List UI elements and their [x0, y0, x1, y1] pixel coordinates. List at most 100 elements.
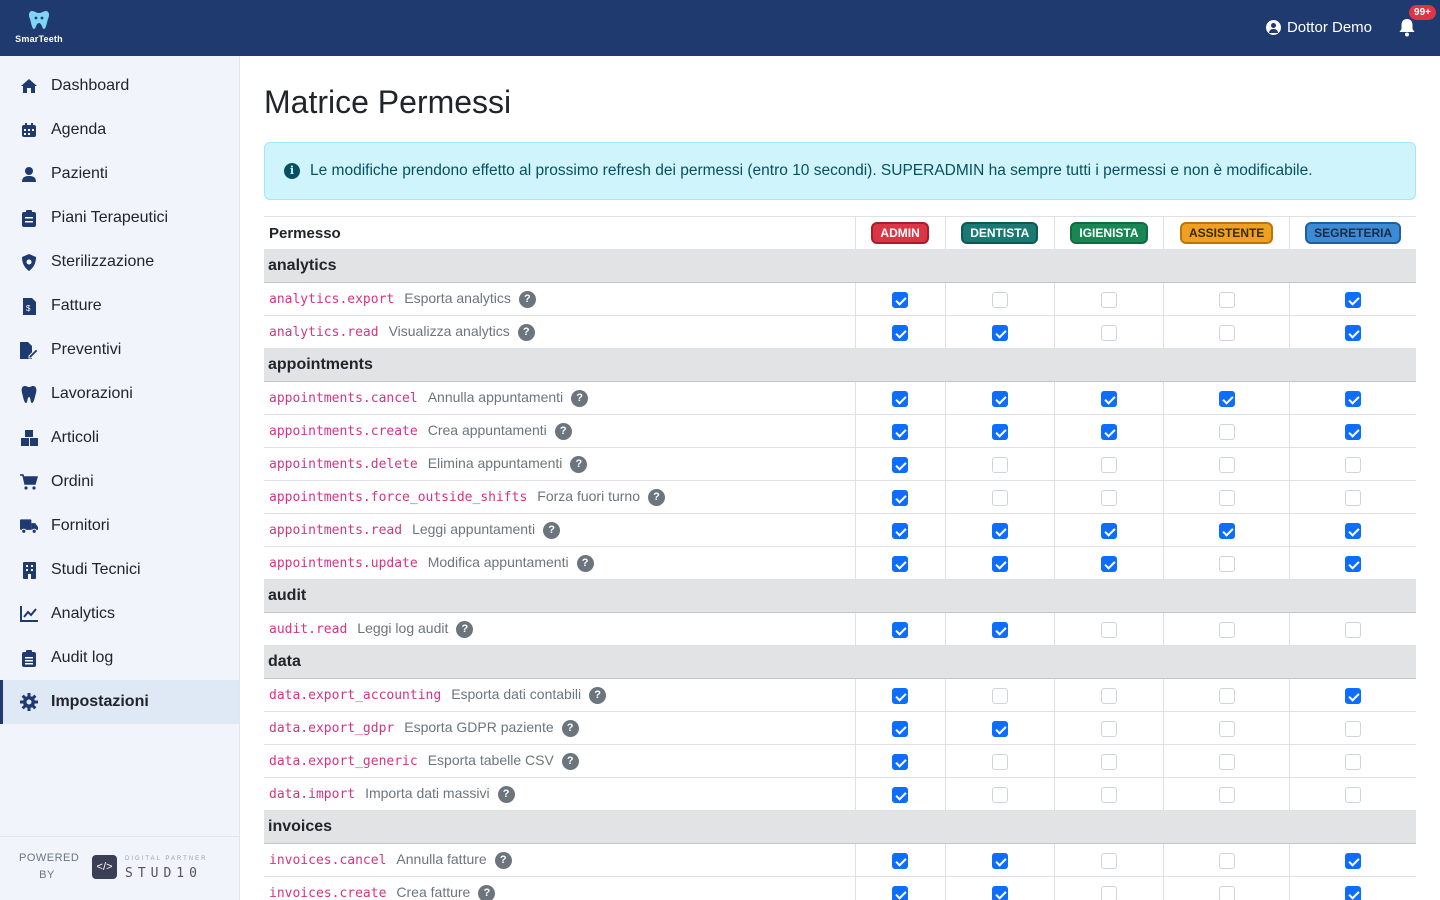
help-icon[interactable]: ? [648, 489, 665, 506]
permission-checkbox-segreteria[interactable] [1345, 324, 1362, 341]
help-icon[interactable]: ? [576, 555, 594, 572]
permission-checkbox-igienista[interactable] [1100, 291, 1117, 308]
sidebar-item-sterilizzazione[interactable]: Sterilizzazione [0, 240, 239, 284]
permission-checkbox-igienista[interactable] [1100, 885, 1117, 900]
permission-checkbox-segreteria[interactable] [1345, 786, 1362, 803]
help-icon[interactable]: ? [554, 423, 572, 440]
sidebar-item-pazienti[interactable]: Pazienti [0, 152, 239, 196]
sidebar-item-preventivi[interactable]: Preventivi [0, 328, 239, 372]
permission-checkbox-igienista[interactable] [1100, 720, 1117, 737]
permission-checkbox-assistente[interactable] [1218, 423, 1235, 440]
permission-checkbox-segreteria[interactable] [1345, 885, 1362, 900]
permission-checkbox-segreteria[interactable] [1345, 852, 1362, 869]
help-icon[interactable]: ? [456, 621, 474, 638]
permission-checkbox-segreteria[interactable] [1345, 390, 1362, 407]
help-icon[interactable]: ? [571, 390, 589, 407]
permission-checkbox-igienista[interactable] [1100, 489, 1117, 506]
permission-checkbox-dentista[interactable] [991, 885, 1008, 900]
permission-checkbox-segreteria[interactable] [1345, 456, 1362, 473]
permission-checkbox-assistente[interactable] [1218, 324, 1235, 341]
permission-checkbox-admin[interactable] [892, 324, 909, 341]
permission-checkbox-assistente[interactable] [1218, 555, 1235, 572]
help-icon[interactable]: ? [543, 522, 561, 539]
permission-checkbox-segreteria[interactable] [1345, 753, 1362, 770]
permission-checkbox-admin[interactable] [892, 390, 909, 407]
help-icon[interactable]: ? [497, 786, 515, 803]
permission-checkbox-segreteria[interactable] [1345, 555, 1362, 572]
help-icon[interactable]: ? [517, 324, 535, 341]
permission-checkbox-admin[interactable] [892, 720, 909, 737]
sidebar-item-analytics[interactable]: Analytics [0, 592, 239, 636]
permission-checkbox-dentista[interactable] [991, 753, 1008, 770]
permission-checkbox-assistente[interactable] [1218, 753, 1235, 770]
permission-checkbox-dentista[interactable] [991, 456, 1008, 473]
permission-checkbox-segreteria[interactable] [1345, 291, 1362, 308]
permission-checkbox-dentista[interactable] [991, 324, 1008, 341]
permission-checkbox-igienista[interactable] [1100, 390, 1117, 407]
permission-checkbox-igienista[interactable] [1100, 753, 1117, 770]
permission-checkbox-igienista[interactable] [1100, 324, 1117, 341]
permission-checkbox-admin[interactable] [892, 852, 909, 869]
permission-checkbox-admin[interactable] [892, 885, 909, 900]
permission-checkbox-dentista[interactable] [991, 489, 1008, 506]
permission-checkbox-segreteria[interactable] [1345, 687, 1362, 704]
permission-checkbox-dentista[interactable] [991, 423, 1008, 440]
sidebar-item-agenda[interactable]: Agenda [0, 108, 239, 152]
permission-checkbox-assistente[interactable] [1218, 489, 1235, 506]
help-icon[interactable]: ? [561, 753, 579, 770]
permission-checkbox-dentista[interactable] [991, 291, 1008, 308]
permission-checkbox-assistente[interactable] [1218, 885, 1235, 900]
sidebar-item-dashboard[interactable]: Dashboard [0, 64, 239, 108]
bell-icon[interactable] [1398, 18, 1416, 38]
permission-checkbox-admin[interactable] [892, 423, 909, 440]
help-icon[interactable]: ? [494, 852, 512, 869]
permission-checkbox-igienista[interactable] [1100, 621, 1117, 638]
permission-checkbox-assistente[interactable] [1218, 291, 1235, 308]
permission-checkbox-assistente[interactable] [1218, 720, 1235, 737]
permission-checkbox-dentista[interactable] [991, 621, 1008, 638]
help-icon[interactable]: ? [570, 456, 588, 473]
permission-checkbox-dentista[interactable] [991, 720, 1008, 737]
sidebar-item-impostazioni[interactable]: Impostazioni [0, 680, 239, 724]
sidebar-item-articoli[interactable]: Articoli [0, 416, 239, 460]
permission-checkbox-admin[interactable] [892, 687, 909, 704]
sidebar-item-fatture[interactable]: $ Fatture [0, 284, 239, 328]
permission-checkbox-admin[interactable] [892, 753, 909, 770]
permission-checkbox-igienista[interactable] [1100, 423, 1117, 440]
help-icon[interactable]: ? [589, 687, 607, 704]
permission-checkbox-admin[interactable] [892, 456, 909, 473]
permission-checkbox-assistente[interactable] [1218, 687, 1235, 704]
permission-checkbox-assistente[interactable] [1218, 522, 1235, 539]
help-icon[interactable]: ? [518, 291, 536, 308]
permission-checkbox-segreteria[interactable] [1345, 423, 1362, 440]
permission-checkbox-dentista[interactable] [991, 852, 1008, 869]
permission-checkbox-igienista[interactable] [1100, 522, 1117, 539]
permission-checkbox-admin[interactable] [892, 489, 909, 506]
permission-checkbox-assistente[interactable] [1218, 786, 1235, 803]
permission-checkbox-segreteria[interactable] [1345, 720, 1362, 737]
permission-checkbox-dentista[interactable] [991, 390, 1008, 407]
sidebar-item-piani-terapeutici[interactable]: Piani Terapeutici [0, 196, 239, 240]
permission-checkbox-igienista[interactable] [1100, 555, 1117, 572]
permission-checkbox-admin[interactable] [892, 555, 909, 572]
permission-checkbox-dentista[interactable] [991, 687, 1008, 704]
permission-checkbox-dentista[interactable] [991, 555, 1008, 572]
help-icon[interactable]: ? [561, 720, 579, 737]
permission-checkbox-igienista[interactable] [1100, 786, 1117, 803]
permission-checkbox-igienista[interactable] [1100, 852, 1117, 869]
permission-checkbox-assistente[interactable] [1218, 852, 1235, 869]
permission-checkbox-dentista[interactable] [991, 786, 1008, 803]
permission-checkbox-segreteria[interactable] [1345, 522, 1362, 539]
permission-checkbox-admin[interactable] [892, 291, 909, 308]
user-menu[interactable]: Dottor Demo [1265, 19, 1372, 36]
permission-checkbox-assistente[interactable] [1218, 456, 1235, 473]
permission-checkbox-admin[interactable] [892, 621, 909, 638]
sidebar-item-lavorazioni[interactable]: Lavorazioni [0, 372, 239, 416]
permission-checkbox-segreteria[interactable] [1345, 489, 1362, 506]
sidebar-item-studi-tecnici[interactable]: Studi Tecnici [0, 548, 239, 592]
permission-checkbox-igienista[interactable] [1100, 456, 1117, 473]
sidebar-item-audit-log[interactable]: Audit log [0, 636, 239, 680]
permission-checkbox-assistente[interactable] [1218, 621, 1235, 638]
permission-checkbox-igienista[interactable] [1100, 687, 1117, 704]
permission-checkbox-dentista[interactable] [991, 522, 1008, 539]
